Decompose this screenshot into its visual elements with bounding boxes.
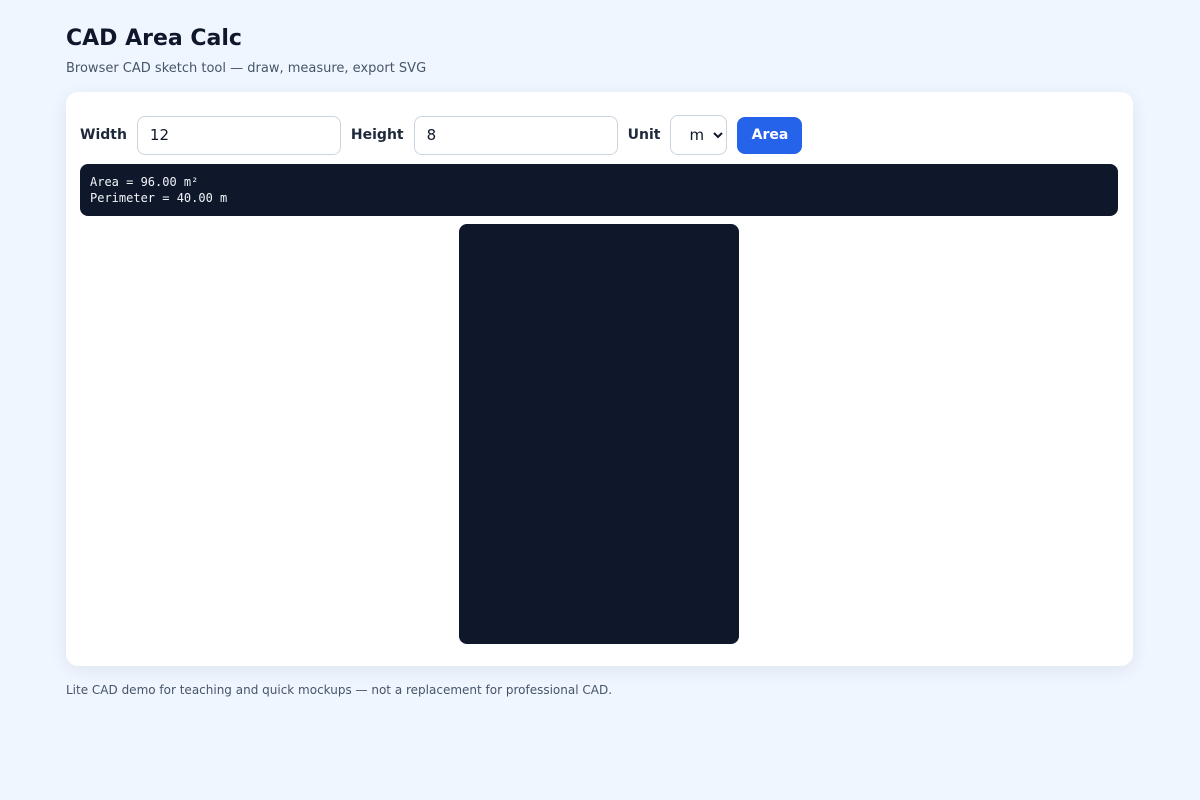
result-output: Area = 96.00 m² Perimeter = 40.00 m (80, 164, 1118, 216)
page-subtitle: Browser CAD sketch tool — draw, measure,… (66, 61, 427, 76)
input-toolbar: Width Height Unit m Area (80, 115, 803, 155)
width-input[interactable] (136, 115, 341, 155)
width-label: Width (80, 127, 127, 143)
page: CAD Area Calc Browser CAD sketch tool — … (0, 0, 1200, 800)
area-button[interactable]: Area (737, 116, 803, 154)
height-label: Height (350, 127, 404, 143)
page-title: CAD Area Calc (66, 26, 242, 51)
height-input[interactable] (413, 115, 618, 155)
drawing-canvas[interactable] (459, 224, 739, 644)
footer-note: Lite CAD demo for teaching and quick moc… (66, 683, 613, 697)
unit-select[interactable]: m (670, 115, 728, 155)
calculator-card: Width Height Unit m Area Area = 96.00 m²… (66, 92, 1133, 666)
perimeter-result: Perimeter = 40.00 m (90, 191, 228, 205)
area-result: Area = 96.00 m² (90, 175, 199, 189)
unit-label: Unit (627, 127, 661, 143)
